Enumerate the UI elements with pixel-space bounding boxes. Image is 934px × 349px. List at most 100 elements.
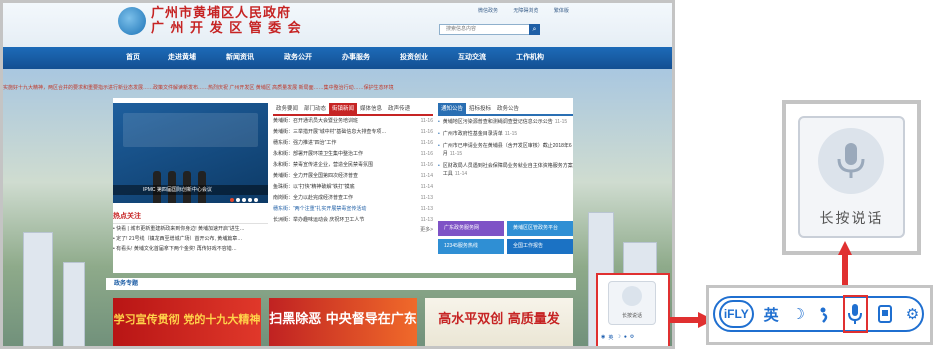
carousel-dot[interactable] [236,198,240,202]
top-link-traditional[interactable]: 繁体版 [554,8,569,14]
tab-media-news[interactable]: 媒体信息 [357,103,385,114]
tab-dept-news[interactable]: 部门动态 [301,103,329,114]
tab-tenders[interactable]: 招标投标 [466,103,494,114]
card-icon[interactable] [876,302,895,326]
tab-gov-news[interactable]: 政务要闻 [273,103,301,114]
news-item[interactable]: 穗东街：“两个注重”扎实开展禁毒宣传活动 11-13 [273,204,433,215]
news-item-title: 黄埔街：全力开展全国第四次经济普查 [273,173,359,179]
list-item[interactable]: • 有看头! 黄埔文化首届拿下两个金奖! 再传好戏不容错… [113,244,268,254]
notice-item[interactable]: • 广州市政府性基金目录清单 11-15 [438,128,573,140]
topic-banner[interactable]: 学习宣传贯彻 党的十九大精神 [113,298,261,346]
voice-mini-toolbar[interactable]: ◉ 英 ☽ ● ⚙ [601,331,665,343]
news-item[interactable]: 黄埔街：全力开展全国第四次经济普查 11-14 [273,171,433,182]
tab-voice[interactable]: 政声传递 [385,103,413,114]
bullet-icon: • [438,131,440,137]
mic-icon [818,128,884,194]
nav-agencies[interactable]: 工作机构 [501,47,559,69]
nav-news[interactable]: 新闻资讯 [211,47,269,69]
list-item[interactable]: • 定了! 21号线（镇龙西至增城广场）首开公布, 黄埔篇章… [113,234,268,244]
list-item[interactable]: • 快看 | 城市更新重建新政来到你身边! 黄埔加速开启“进生… [113,224,268,234]
notice-item[interactable]: • 广州市已申请业务在黄埔县（含开发区审核）截止2018年6月 11-15 [438,140,573,160]
site-header: 广州市黄埔区人民政府 广 州 开 发 区 管 委 会 微信政务 无障碍浏览 繁体… [3,3,672,47]
voice-widget-card[interactable]: 长按说话 [608,281,656,325]
carousel-dot[interactable] [242,198,246,202]
nav-services[interactable]: 办事服务 [327,47,385,69]
search-input[interactable]: 搜索信息内容 [439,24,531,35]
news-more-link[interactable]: 更多> [273,226,433,233]
search-button[interactable]: ⌕ [529,24,540,35]
toolbar-inner: iFLY 英 ☽ ⚙ [713,295,924,333]
notice-item[interactable]: • 黄埔地区污染源普查和测绳调查登记信息公示公告 11-15 [438,116,573,128]
bullet-icon: • [438,119,440,125]
notice-item[interactable]: • 区财政局人员遇到社会保障局业务就业自主体资格服务方案工具 11-14 [438,160,573,180]
bullet-icon: • [438,163,440,169]
news-item[interactable]: 南岗街：全力以赴完成经济普查工作 11-13 [273,193,433,204]
nav-investment[interactable]: 投资创业 [385,47,443,69]
carousel-dot[interactable] [254,198,258,202]
news-list: 黄埔街：召开通讯员大会暨业务培训班 11-16 黄埔街：三举措开展“城中村”基础信息… [273,116,433,226]
news-item[interactable]: 永和街：禁毒宣传进企业，营造全民禁毒氛围 11-16 [273,160,433,171]
mic-button[interactable] [842,295,868,333]
ifly-logo[interactable]: iFLY [719,300,754,328]
carousel-caption: IPMC 第四届国际创新中心会议 [113,185,268,195]
news-item[interactable]: 长洲街：举办趣味运动会 庆祝环卫工人节 11-13 [273,215,433,226]
ifly-icon: ◉ [601,334,606,340]
carousel-dot[interactable] [248,198,252,202]
carousel-dot[interactable] [230,198,234,202]
hold-to-talk-label: 长按说话 [819,210,884,226]
nav-open-gov[interactable]: 政务公开 [269,47,327,69]
news-item-title: 永和街：禁毒宣传进企业，营造全民禁毒氛围 [273,162,374,168]
news-item-title: 永和街：部署开展环境卫生集中整治工作 [273,151,364,157]
scrolling-notice[interactable]: 实施好十九大精神，两区合并的要求和重要指示进行新业态发展……政策文件解读新发布…… [3,83,672,93]
news-item-date: 11-13 [420,206,433,212]
hot-focus-title: 热点关注 [113,211,268,224]
top-link-accessibility[interactable]: 无障碍浏览 [513,8,538,14]
tab-street-news[interactable]: 街镇新闻 [329,103,358,114]
news-item-title: 穗东街：“两个注重”扎实开展禁毒宣传活动 [273,206,367,212]
service-link[interactable]: 12345服务热线 [438,239,504,254]
news-item-date: 11-13 [420,217,433,223]
notice-item-date: 11-15 [449,151,463,157]
news-item[interactable]: 鱼珠街：以“打快”精神破解“铁打”摸底 11-14 [273,182,433,193]
main-nav: 首页 走进黄埔 新闻资讯 政务公开 办事服务 投资创业 互动交流 工作机构 [3,47,672,69]
voice-widget-card-zoomed[interactable]: 长按说话 [798,116,905,238]
hot-focus-section: 热点关注 • 快看 | 城市更新重建新政来到你身边! 黄埔加速开启“进生… • … [113,211,268,254]
news-item[interactable]: 黄埔街：三举措开展“城中村”基础信息大排查专项… 11-16 [273,127,433,138]
bullet-icon: • [438,143,440,149]
news-item-title: 黄埔街：召开通讯员大会暨业务培训班 [273,118,359,124]
topic-banner[interactable]: 扫黑除恶 中央督导在广东 [269,298,417,346]
gov-topics-title: 政务专题 [114,281,139,287]
main-content: IPMC 第四届国际创新中心会议 热点关注 • 快看 | 城市更新重建新政来到你… [113,98,573,273]
news-item-title: 长洲街：举办趣味运动会 庆祝环卫工人节 [273,217,365,223]
hold-to-talk-label: 长按说话 [621,313,642,319]
service-link[interactable]: 全国工作报告 [507,239,573,254]
news-item-date: 11-16 [420,162,433,168]
top-links: 微信政务 无障碍浏览 繁体版 [478,7,583,14]
news-item[interactable]: 永和街：部署开展环境卫生集中整治工作 11-16 [273,149,433,160]
topic-banner[interactable]: 高水平双创 高质量发 [425,298,573,346]
top-link-wechat[interactable]: 微信政务 [478,8,498,14]
news-item-date: 11-16 [420,151,433,157]
service-link[interactable]: 广东政务服务网 [438,221,504,236]
notice-list: • 黄埔地区污染源普查和测绳调查登记信息公示公告 11-15 • 广州市政府性基金目录清… [438,116,573,180]
tab-gov-notices[interactable]: 政务公告 [494,103,522,114]
service-link[interactable]: 黄埔区区管政务平台 [507,221,573,236]
voice-widget-highlight: 长按说话 ◉ 英 ☽ ● ⚙ [596,273,670,346]
moon-icon: ☽ [616,334,621,340]
carousel-stage [123,113,258,147]
english-button[interactable]: 英 [762,302,781,326]
news-item[interactable]: 黄埔街：召开通讯员大会暨业务培训班 11-16 [273,116,433,127]
speech-icon[interactable] [816,302,835,326]
nav-about[interactable]: 走进黄埔 [153,47,211,69]
news-item-date: 11-16 [420,129,433,135]
tab-notices[interactable]: 通知公告 [438,103,467,114]
nav-interaction[interactable]: 互动交流 [443,47,501,69]
nav-home[interactable]: 首页 [113,47,153,69]
moon-icon[interactable]: ☽ [789,302,808,326]
notice-panel: 通知公告 招标投标 政务公告 • 黄埔地区污染源普查和测绳调查登记信息公示公告 11… [438,103,573,273]
news-item[interactable]: 穗东街：强力推进“四治”工作 11-16 [273,138,433,149]
photo-carousel[interactable]: IPMC 第四届国际创新中心会议 [113,103,268,203]
site-title[interactable]: 广州市黄埔区人民政府 广 州 开 发 区 管 委 会 [151,6,302,36]
gear-icon[interactable]: ⚙ [903,302,922,326]
government-logo [118,7,146,35]
